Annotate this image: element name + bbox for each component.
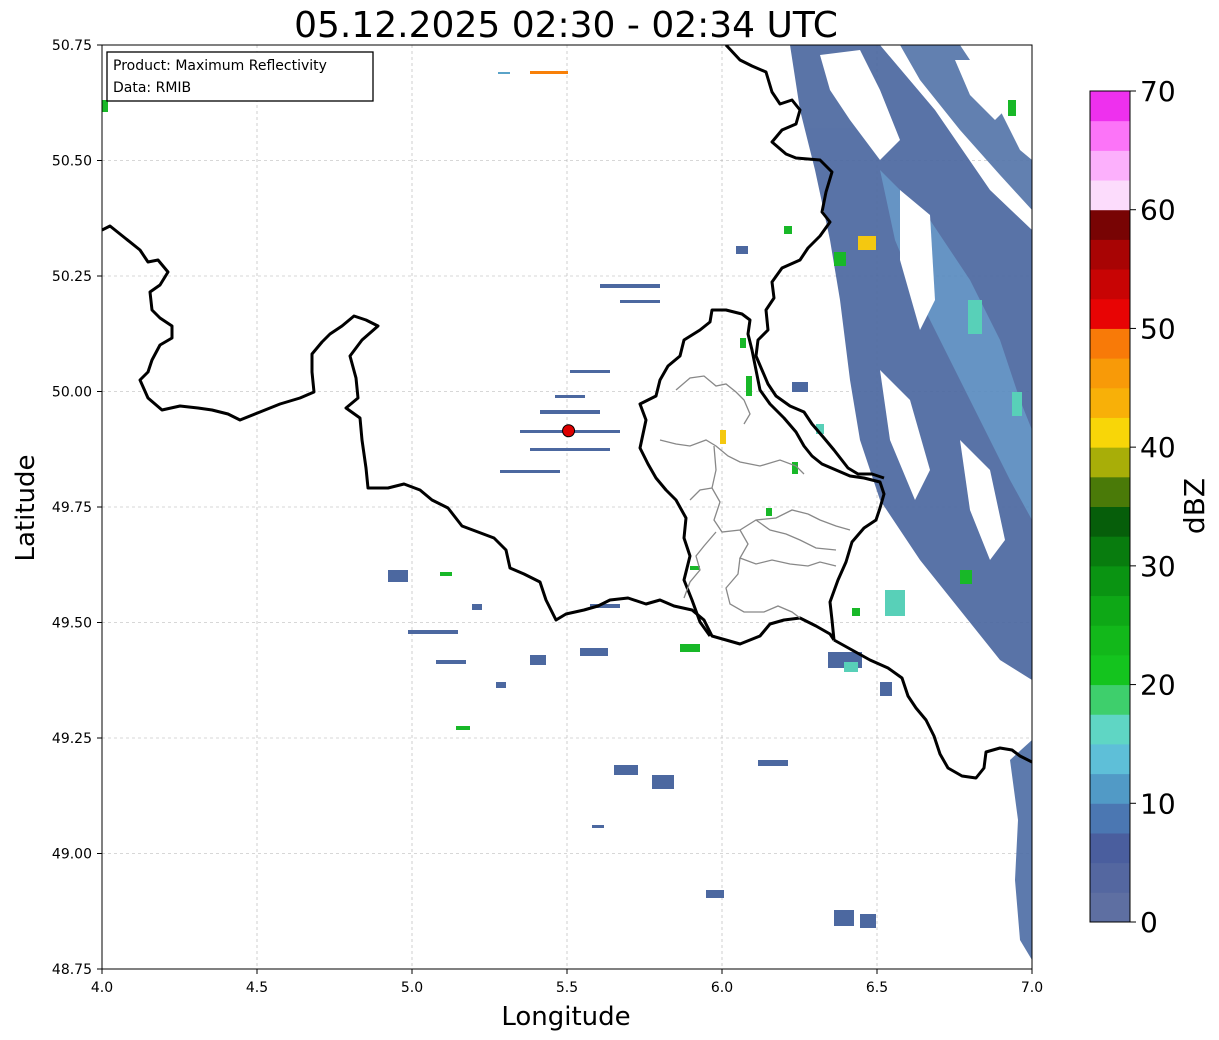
x-tick-label: 5.5 (556, 980, 578, 996)
colorbar-tick-label: 40 (1140, 431, 1176, 464)
map-title: 05.12.2025 02:30 - 02:34 UTC (294, 5, 838, 46)
colorbar-segment (1090, 387, 1130, 418)
colorbar-segment (1090, 892, 1130, 923)
x-tick-label: 7.0 (1021, 980, 1043, 996)
colorbar-label: dBZ (1178, 478, 1211, 534)
y-tick-label: 49.75 (52, 500, 92, 516)
colorbar-segment (1090, 417, 1130, 448)
colorbar-tick-label: 20 (1140, 669, 1176, 702)
colorbar-tick-label: 60 (1140, 194, 1176, 227)
colorbar-tick-label: 70 (1140, 75, 1176, 108)
y-tick-label: 49.00 (52, 847, 92, 863)
y-tick-label: 50.25 (52, 269, 92, 285)
radar-map-figure: 05.12.2025 02:30 - 02:34 UTC 4.0 4.5 5.0… (11, 5, 1211, 1032)
x-tick-label: 4.5 (246, 980, 268, 996)
colorbar-segment (1090, 180, 1130, 211)
colorbar-segment (1090, 565, 1130, 597)
colorbar-segment (1090, 625, 1130, 656)
info-data-source: Data: RMIB (113, 80, 191, 96)
y-tick-label: 49.50 (52, 616, 92, 632)
colorbar-ticks: 0 10 20 30 40 50 60 70 (1130, 75, 1176, 939)
colorbar-segment (1090, 714, 1130, 745)
colorbar-segment (1090, 536, 1130, 567)
colorbar-segment (1090, 476, 1130, 507)
x-axis-label: Longitude (501, 1002, 630, 1032)
y-axis-label: Latitude (11, 454, 41, 561)
x-axis-ticks: 4.0 4.5 5.0 5.5 6.0 6.5 7.0 (91, 969, 1043, 996)
colorbar-segment (1090, 654, 1130, 686)
y-axis-ticks: 50.75 50.50 50.25 50.00 49.75 49.50 49.25 49.00… (52, 38, 102, 978)
colorbar-segment (1090, 328, 1130, 359)
colorbar-segment (1090, 358, 1130, 389)
colorbar-segment (1090, 120, 1130, 151)
colorbar-segment (1090, 91, 1130, 122)
y-tick-label: 48.75 (52, 962, 92, 978)
colorbar-tick-label: 50 (1140, 312, 1176, 345)
x-tick-label: 6.0 (711, 980, 733, 996)
colorbar-segment (1090, 743, 1130, 775)
radar-site-marker (562, 424, 576, 438)
colorbar-segment (1090, 447, 1130, 478)
colorbar-segment (1090, 595, 1130, 626)
colorbar-segment (1090, 773, 1130, 804)
x-tick-label: 4.0 (91, 980, 113, 996)
x-tick-label: 6.5 (866, 980, 888, 996)
colorbar-segment (1090, 298, 1130, 329)
colorbar-tick-label: 0 (1140, 906, 1158, 939)
colorbar-segment (1090, 803, 1130, 834)
x-tick-label: 5.0 (401, 980, 423, 996)
info-box: Product: Maximum Reflectivity Data: RMIB (106, 51, 374, 102)
y-tick-label: 50.50 (52, 154, 92, 170)
colorbar-segment (1090, 150, 1130, 181)
colorbar-segment (1090, 209, 1130, 240)
colorbar-segment (1090, 269, 1130, 300)
colorbar-tick-label: 10 (1140, 787, 1176, 820)
colorbar-segment (1090, 239, 1130, 270)
y-tick-label: 50.00 (52, 385, 92, 401)
colorbar-segment (1090, 862, 1130, 893)
colorbar-segment (1090, 832, 1130, 864)
colorbar-segment (1090, 506, 1130, 537)
y-tick-label: 50.75 (52, 38, 92, 54)
colorbar-tick-label: 30 (1140, 550, 1176, 583)
info-product: Product: Maximum Reflectivity (113, 58, 327, 74)
y-tick-label: 49.25 (52, 731, 92, 747)
colorbar-segment (1090, 684, 1130, 715)
colorbar (1089, 90, 1131, 923)
